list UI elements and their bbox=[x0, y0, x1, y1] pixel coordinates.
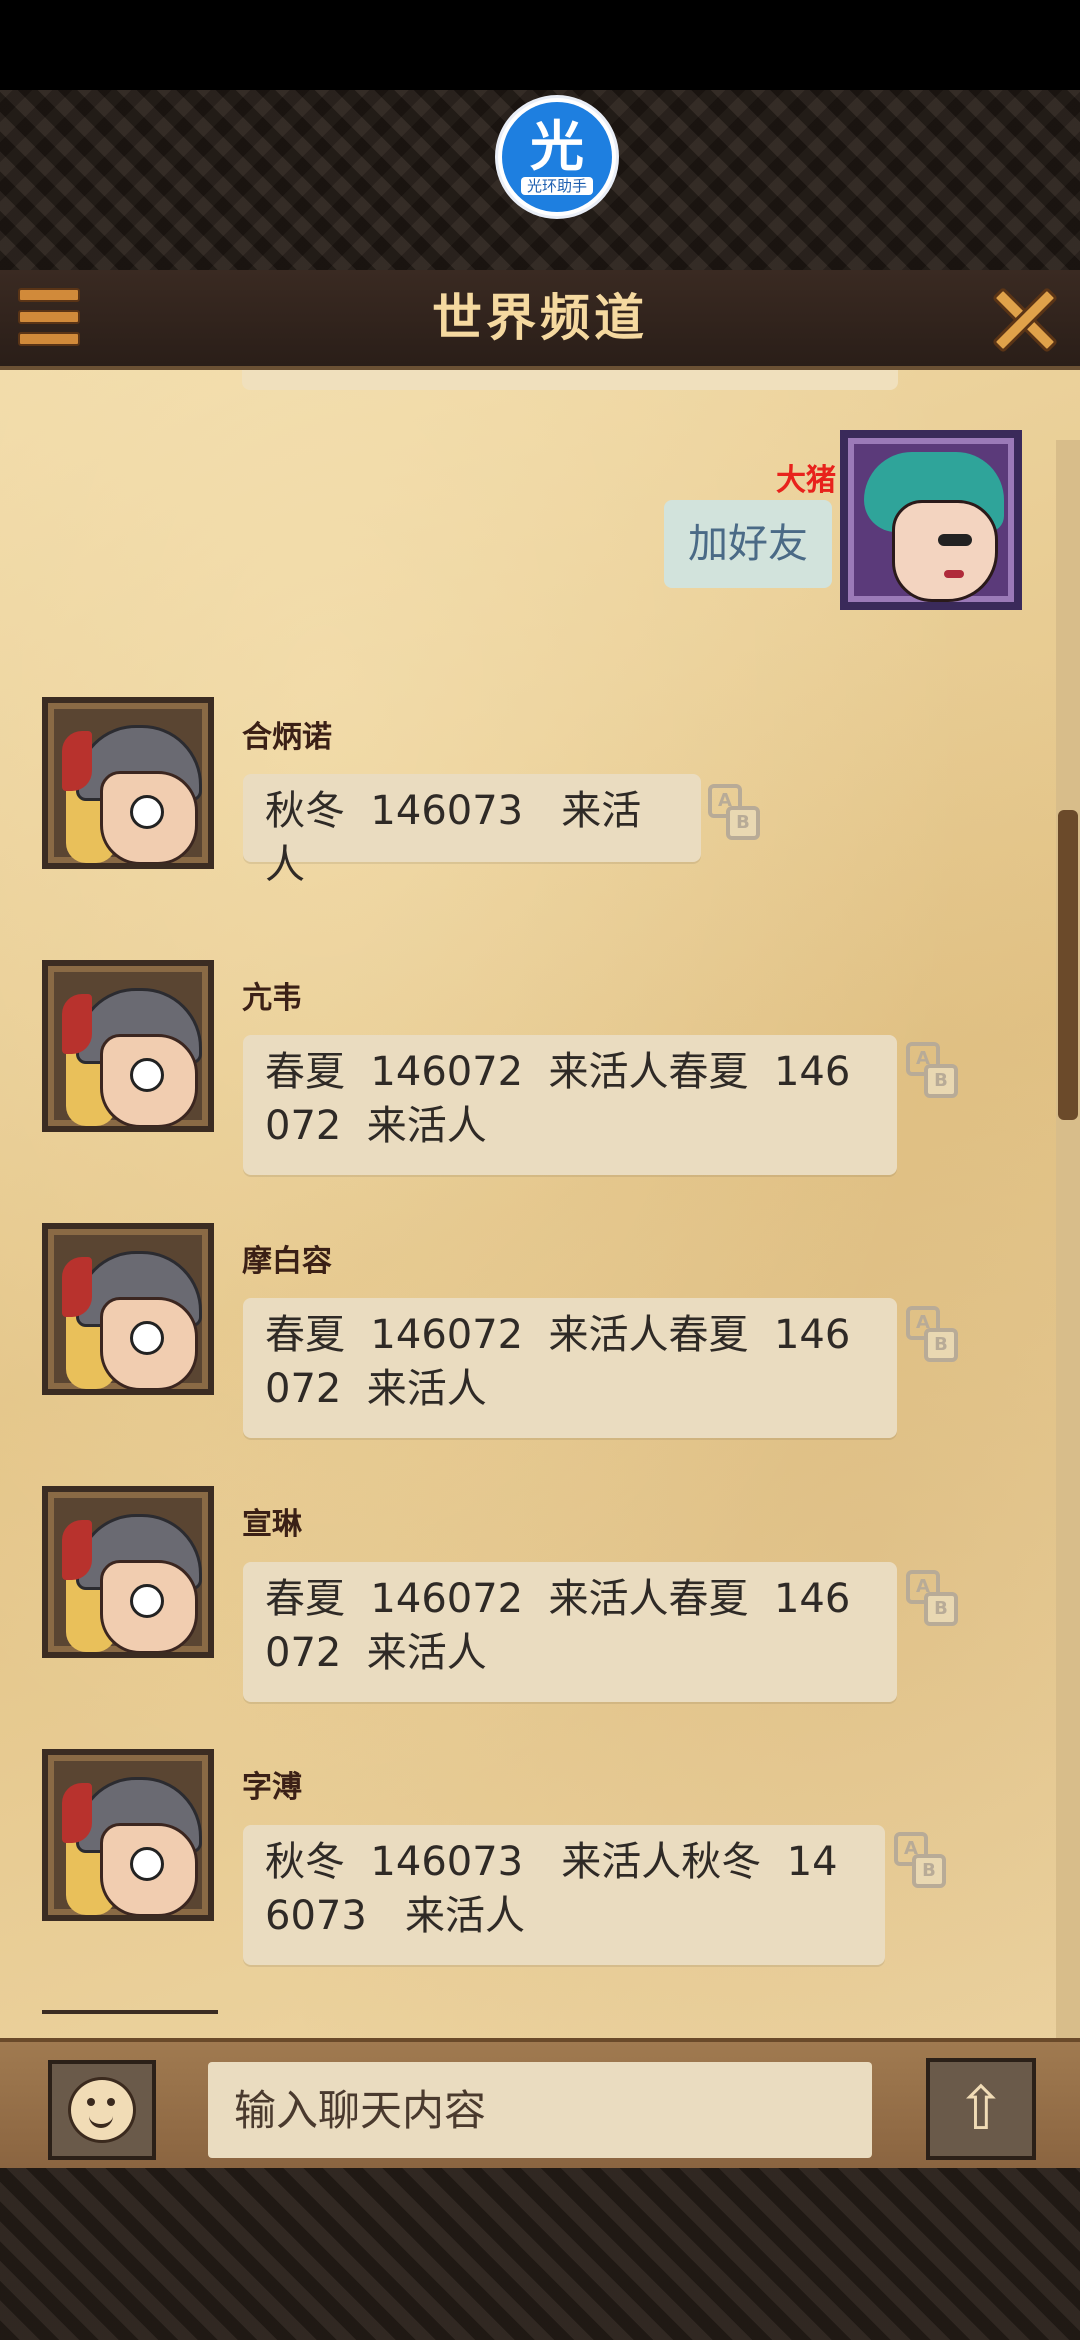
sender-name: 合炳诺 bbox=[242, 720, 332, 755]
translate-icon[interactable]: AB bbox=[906, 1302, 962, 1366]
smiley-icon bbox=[68, 2077, 136, 2143]
avatar[interactable] bbox=[42, 960, 214, 1132]
emoji-button[interactable] bbox=[48, 2060, 156, 2160]
sender-name: 摩白容 bbox=[242, 1244, 332, 1279]
avatar[interactable] bbox=[42, 697, 214, 869]
previous-bubble-edge bbox=[242, 370, 898, 390]
message-bubble[interactable]: 春夏 146072 来活人春夏 146072 来活人 bbox=[243, 1035, 897, 1175]
translate-icon[interactable]: AB bbox=[894, 1828, 950, 1892]
close-icon[interactable] bbox=[990, 284, 1060, 354]
my-message-bubble[interactable]: 加好友 bbox=[664, 500, 832, 588]
translate-icon[interactable]: AB bbox=[708, 780, 764, 844]
message-bubble[interactable]: 春夏 146072 来活人春夏 146072 来活人 bbox=[243, 1562, 897, 1702]
app-logo-icon[interactable]: 光 光环助手 bbox=[498, 98, 616, 216]
avatar[interactable] bbox=[42, 1486, 214, 1658]
translate-icon[interactable]: AB bbox=[906, 1038, 962, 1102]
status-bar bbox=[0, 0, 1080, 90]
message-bubble[interactable]: 秋冬 146073 来活人秋冬 146073 来活人 bbox=[243, 1825, 885, 1965]
menu-icon[interactable] bbox=[18, 286, 80, 350]
logo-char: 光 bbox=[530, 115, 584, 178]
chat-input[interactable] bbox=[208, 2062, 872, 2158]
message-bubble[interactable]: 秋冬 146073 来活人 bbox=[243, 774, 701, 888]
bottom-banner bbox=[0, 2168, 1080, 2340]
next-avatar-edge bbox=[42, 2010, 218, 2014]
avatar[interactable] bbox=[42, 1223, 214, 1395]
logo-caption: 光环助手 bbox=[520, 177, 593, 195]
scrollbar-thumb[interactable] bbox=[1058, 810, 1078, 1120]
sender-name: 宣琳 bbox=[242, 1507, 302, 1542]
my-avatar[interactable] bbox=[840, 430, 1022, 610]
title-bar: 世界频道 bbox=[0, 270, 1080, 370]
avatar[interactable] bbox=[42, 1749, 214, 1921]
send-button[interactable]: ⇧ bbox=[926, 2058, 1036, 2160]
translate-icon[interactable]: AB bbox=[906, 1566, 962, 1630]
my-name: 大猪 bbox=[776, 463, 836, 498]
message-bubble[interactable]: 春夏 146072 来活人春夏 146072 来活人 bbox=[243, 1298, 897, 1438]
page-title: 世界频道 bbox=[432, 289, 648, 347]
scrollbar-track[interactable] bbox=[1056, 440, 1080, 2038]
sender-name: 亢韦 bbox=[242, 981, 302, 1016]
sender-name: 字溥 bbox=[242, 1770, 302, 1805]
arrow-up-icon: ⇧ bbox=[955, 2074, 1007, 2144]
